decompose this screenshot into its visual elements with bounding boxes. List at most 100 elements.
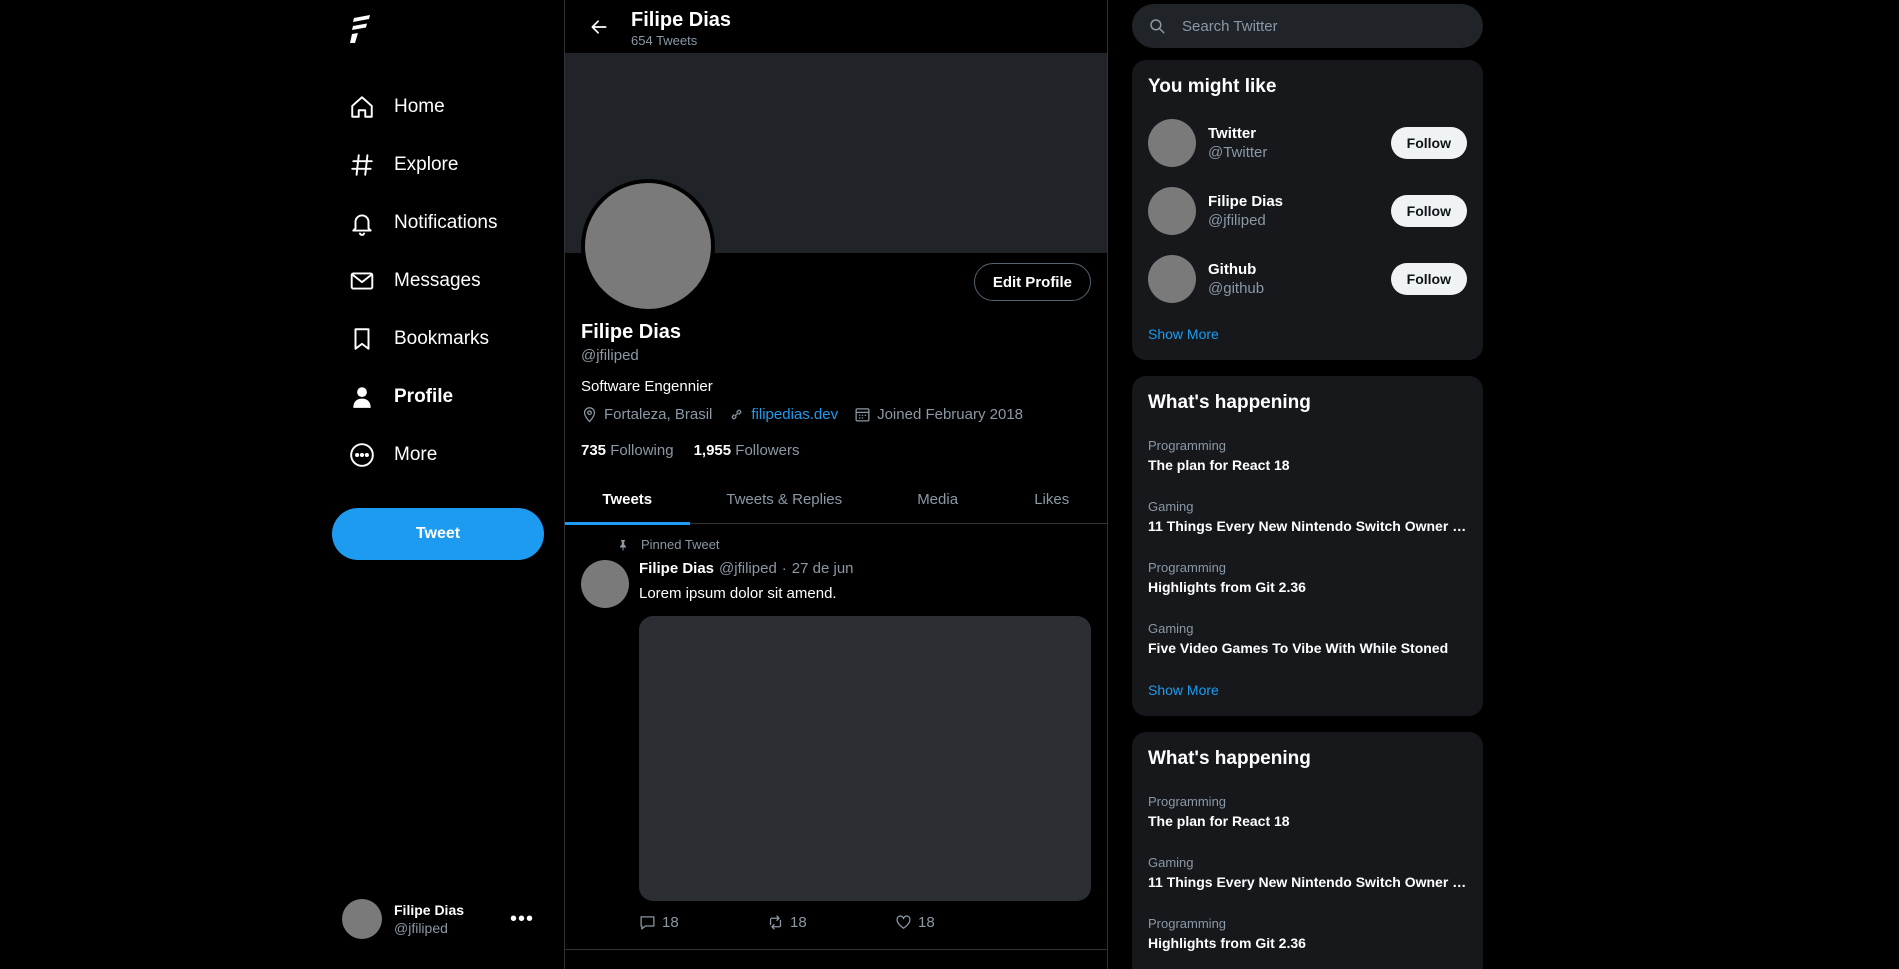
pinned-tweet[interactable]: Pinned Tweet Filipe Dias @jfiliped · 27 … xyxy=(565,525,1107,950)
trend-category: Programming xyxy=(1148,916,1227,931)
tweet-count: 654 Tweets xyxy=(631,33,698,48)
suggestion-row[interactable]: Filipe Dias @jfiliped Follow xyxy=(1148,186,1467,236)
bookmark-icon xyxy=(348,325,376,353)
nav-label: More xyxy=(394,444,438,465)
right-sidebar: You might like Twitter @Twitter Follow F… xyxy=(1132,0,1483,969)
tab-tweets[interactable]: Tweets xyxy=(565,475,690,525)
tweet-button[interactable]: Tweet xyxy=(332,508,544,560)
account-handle: @jfiliped xyxy=(394,920,448,936)
show-more-link[interactable]: Show More xyxy=(1148,682,1219,698)
trend-title: The plan for React 18 xyxy=(1148,457,1290,473)
tweet-text: Lorem ipsum dolor sit amend. xyxy=(639,585,837,602)
followers-count: 1,955 xyxy=(693,442,732,459)
followers-label: Followers xyxy=(735,442,800,459)
followers-link[interactable]: 1,955 Followers xyxy=(694,442,800,459)
profile-avatar[interactable] xyxy=(581,179,715,313)
avatar[interactable] xyxy=(581,560,629,608)
trend-title: Highlights from Git 2.36 xyxy=(1148,935,1306,951)
home-icon xyxy=(348,93,376,121)
tab-likes[interactable]: Likes xyxy=(996,475,1107,524)
hashtag-icon xyxy=(348,151,376,179)
trend-item[interactable]: Gaming Five Video Games To Vibe With Whi… xyxy=(1148,621,1467,656)
tab-tweets-replies[interactable]: Tweets & Replies xyxy=(690,475,879,524)
back-button[interactable] xyxy=(581,9,617,45)
avatar xyxy=(1148,187,1196,235)
suggestion-row[interactable]: Github @github Follow xyxy=(1148,254,1467,304)
whats-happening-card: What's happening Programming The plan fo… xyxy=(1132,376,1483,716)
nav-label: Notifications xyxy=(394,212,498,233)
tweet-author-name[interactable]: Filipe Dias xyxy=(639,560,714,577)
nav-item-messages[interactable]: Messages xyxy=(332,252,544,310)
nav-item-bookmarks[interactable]: Bookmarks xyxy=(332,310,544,368)
suggestion-name: Github xyxy=(1208,261,1257,278)
profile-handle: @jfiliped xyxy=(581,347,639,364)
mail-icon xyxy=(348,267,376,295)
nav-item-more[interactable]: More xyxy=(332,426,544,484)
search-input[interactable] xyxy=(1182,17,1462,35)
nav-item-explore[interactable]: Explore xyxy=(332,136,544,194)
website-item: filipedias.dev xyxy=(728,406,838,423)
bell-icon xyxy=(348,209,376,237)
trend-item[interactable]: Programming The plan for React 18 xyxy=(1148,794,1467,829)
profile-name: Filipe Dias xyxy=(581,321,682,343)
following-count: 735 xyxy=(581,442,607,459)
like-count: 18 xyxy=(918,914,935,931)
pinned-label: Pinned Tweet xyxy=(617,537,720,552)
link-icon xyxy=(731,409,742,420)
suggestion-row[interactable]: Twitter @Twitter Follow xyxy=(1148,118,1467,168)
account-switcher[interactable]: Filipe Dias @jfiliped ••• xyxy=(342,897,544,941)
trend-item[interactable]: Gaming 11 Things Every New Nintendo Swit… xyxy=(1148,499,1467,534)
more-dots-icon[interactable]: ••• xyxy=(510,909,534,929)
avatar xyxy=(342,899,382,939)
tweet-date[interactable]: 27 de jun xyxy=(792,560,854,577)
trend-item[interactable]: Programming The plan for React 18 xyxy=(1148,438,1467,473)
suggestion-handle: @jfiliped xyxy=(1208,212,1266,229)
card-title: What's happening xyxy=(1148,392,1311,413)
whats-happening-card: What's happening Programming The plan fo… xyxy=(1132,732,1483,969)
profile-meta: Fortaleza, Brasil filipedias.dev Joined … xyxy=(581,406,1039,423)
trend-title: 11 Things Every New Nintendo Switch Owne… xyxy=(1148,518,1467,534)
website-link[interactable]: filipedias.dev xyxy=(751,406,838,423)
follow-button[interactable]: Follow xyxy=(1390,263,1467,295)
page-title: Filipe Dias xyxy=(631,9,732,31)
suggestion-name: Twitter xyxy=(1208,125,1257,142)
profile-header-bar: Filipe Dias 654 Tweets xyxy=(565,0,1107,53)
calendar-icon xyxy=(855,408,870,422)
nav-item-home[interactable]: Home xyxy=(332,78,544,136)
nav-item-profile[interactable]: Profile xyxy=(332,368,544,426)
trend-title: Highlights from Git 2.36 xyxy=(1148,579,1306,595)
profile-stats: 735 Following 1,955 Followers xyxy=(581,442,819,459)
nav-label: Messages xyxy=(394,270,481,291)
location-text: Fortaleza, Brasil xyxy=(604,406,713,423)
heart-icon xyxy=(896,915,911,929)
tweet-media[interactable] xyxy=(639,616,1091,901)
trend-title: The plan for React 18 xyxy=(1148,813,1290,829)
tab-media[interactable]: Media xyxy=(879,475,997,524)
pinned-text: Pinned Tweet xyxy=(641,537,720,552)
trend-item[interactable]: Gaming 11 Things Every New Nintendo Swit… xyxy=(1148,855,1467,890)
trend-item[interactable]: Programming Highlights from Git 2.36 xyxy=(1148,916,1467,951)
follow-button[interactable]: Follow xyxy=(1390,127,1467,159)
reply-button[interactable]: 18 xyxy=(639,914,767,931)
who-to-follow-card: You might like Twitter @Twitter Follow F… xyxy=(1132,60,1483,360)
show-more-link[interactable]: Show More xyxy=(1148,326,1219,342)
like-button[interactable]: 18 xyxy=(895,914,1023,931)
tweet-actions: 18 18 18 xyxy=(639,914,1023,931)
retweet-button[interactable]: 18 xyxy=(767,914,895,931)
reply-count: 18 xyxy=(662,914,679,931)
nav-item-notifications[interactable]: Notifications xyxy=(332,194,544,252)
separator-dot: · xyxy=(781,560,787,577)
tweet-header: Filipe Dias @jfiliped · 27 de jun xyxy=(639,560,854,577)
trend-category: Programming xyxy=(1148,560,1227,575)
following-link[interactable]: 735 Following xyxy=(581,442,674,459)
follow-button[interactable]: Follow xyxy=(1390,195,1467,227)
trend-item[interactable]: Programming Highlights from Git 2.36 xyxy=(1148,560,1467,595)
search-bar[interactable] xyxy=(1132,4,1483,48)
main-navigation: Home Explore Notifications Messages Book… xyxy=(332,78,544,484)
app-logo-icon[interactable] xyxy=(348,14,374,44)
suggestion-handle: @github xyxy=(1208,280,1265,297)
card-title: You might like xyxy=(1148,76,1277,97)
edit-profile-button[interactable]: Edit Profile xyxy=(973,263,1091,301)
search-icon xyxy=(1150,19,1165,34)
pin-icon xyxy=(620,539,626,550)
